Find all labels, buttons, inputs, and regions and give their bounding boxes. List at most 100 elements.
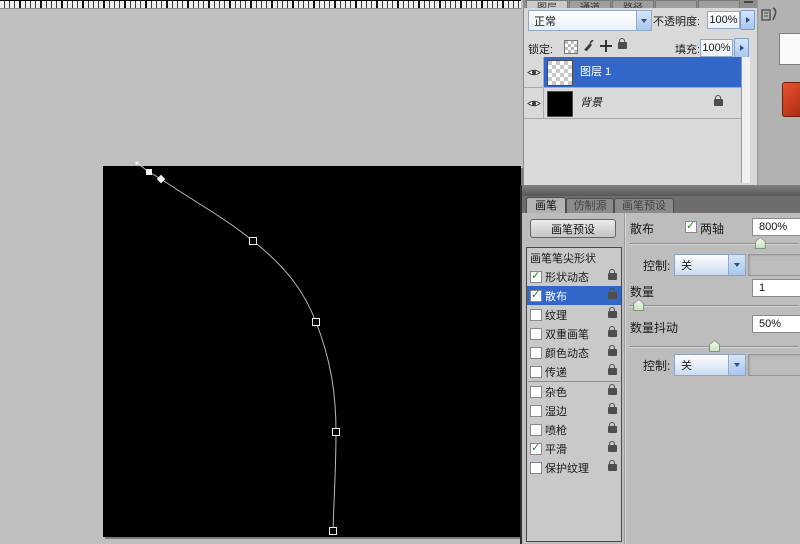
- path-anchor-point[interactable]: [136, 162, 139, 165]
- layers-panel: 图层通道路径 正常 不透明度: 100% 锁定: 填充: 100% 图层 1: [523, 0, 757, 185]
- option-lock-icon[interactable]: [608, 292, 617, 299]
- control2-select[interactable]: 关: [674, 354, 746, 376]
- layers-panel-tab-unknown-3[interactable]: [655, 0, 697, 8]
- eye-icon: [527, 68, 541, 77]
- brush-option-形状动态[interactable]: 形状动态: [527, 267, 621, 286]
- option-lock-icon[interactable]: [608, 388, 617, 395]
- brush-option-保护纹理[interactable]: 保护纹理: [527, 458, 621, 477]
- brush-option-传递[interactable]: 传递: [527, 362, 621, 381]
- option-checkbox[interactable]: [530, 290, 542, 302]
- count-slider-handle[interactable]: [633, 299, 644, 311]
- layer-selection-highlight: [544, 88, 741, 118]
- tab-clone-source[interactable]: 仿制源: [566, 198, 614, 214]
- brush-option-湿边[interactable]: 湿边: [527, 401, 621, 420]
- brush-option-纹理[interactable]: 纹理: [527, 305, 621, 324]
- option-checkbox[interactable]: [530, 443, 542, 455]
- layer-row-layer-1[interactable]: 图层 1: [524, 57, 750, 88]
- red-swatch-fragment[interactable]: [782, 82, 800, 117]
- scatter-slider-track[interactable]: [630, 243, 799, 245]
- panel-menu-icon[interactable]: [744, 1, 753, 8]
- brush-option-杂色[interactable]: 杂色: [527, 382, 621, 401]
- layers-panel-tab-通道[interactable]: 通道: [569, 0, 611, 8]
- layer-name[interactable]: 背景: [580, 88, 602, 118]
- count-jitter-value-input[interactable]: [752, 315, 800, 333]
- option-checkbox[interactable]: [530, 271, 542, 283]
- layers-panel-tab-unknown-4[interactable]: [698, 0, 740, 8]
- fill-slider-button[interactable]: [734, 38, 749, 58]
- option-checkbox[interactable]: [530, 347, 542, 359]
- lock-position-move-icon[interactable]: [600, 40, 612, 52]
- option-lock-icon[interactable]: [608, 311, 617, 318]
- count-label: 数量: [630, 283, 654, 300]
- layer-row-background[interactable]: 背景: [524, 88, 750, 119]
- layer-thumbnail[interactable]: [547, 60, 573, 86]
- option-lock-icon[interactable]: [608, 464, 617, 471]
- both-axes-checkbox[interactable]: [685, 221, 697, 233]
- count-value-input[interactable]: [752, 279, 800, 297]
- option-lock-icon[interactable]: [608, 426, 617, 433]
- option-checkbox[interactable]: [530, 386, 542, 398]
- lock-transparency-icon[interactable]: [564, 40, 578, 54]
- lock-label: 锁定:: [528, 41, 553, 57]
- layers-scrollbar[interactable]: [741, 57, 750, 183]
- path-anchor-point[interactable]: [333, 429, 340, 436]
- brush-option-画笔笔尖形状[interactable]: 画笔笔尖形状: [527, 248, 621, 267]
- brush-option-喷枪[interactable]: 喷枪: [527, 420, 621, 439]
- opacity-value[interactable]: 100%: [707, 11, 740, 29]
- docked-panel-fragment[interactable]: [779, 33, 800, 65]
- count-jitter-slider-handle[interactable]: [709, 340, 720, 352]
- layer-thumbnail[interactable]: [547, 91, 573, 117]
- path-anchor-point[interactable]: [330, 528, 337, 535]
- triangle-right: [746, 17, 750, 23]
- option-lock-icon[interactable]: [608, 407, 617, 414]
- option-checkbox[interactable]: [530, 309, 542, 321]
- scatter-slider-handle[interactable]: [755, 237, 766, 249]
- tab-brush-presets[interactable]: 画笔预设: [614, 198, 674, 214]
- brush-option-颜色动态[interactable]: 颜色动态: [527, 343, 621, 362]
- option-checkbox[interactable]: [530, 424, 542, 436]
- path-anchor-point[interactable]: [146, 169, 152, 175]
- document-canvas[interactable]: [103, 166, 521, 537]
- layer-visibility-cell[interactable]: [524, 88, 544, 118]
- background-lock-icon: [714, 99, 723, 106]
- opacity-slider-button[interactable]: [740, 10, 755, 30]
- option-lock-icon[interactable]: [608, 330, 617, 337]
- path-anchor-point[interactable]: [157, 175, 165, 183]
- layer-name[interactable]: 图层 1: [580, 57, 611, 87]
- layer-visibility-cell[interactable]: [524, 57, 544, 87]
- path-anchor-point[interactable]: [313, 319, 320, 326]
- path-anchor-point[interactable]: [250, 238, 257, 245]
- count-slider-track[interactable]: [630, 305, 799, 307]
- option-lock-icon[interactable]: [608, 273, 617, 280]
- option-lock-icon[interactable]: [608, 445, 617, 452]
- pen-path-curve[interactable]: [137, 163, 336, 531]
- horizontal-ruler[interactable]: [0, 0, 521, 9]
- brush-option-双重画笔[interactable]: 双重画笔: [527, 324, 621, 343]
- brush-presets-button[interactable]: 画笔预设: [530, 219, 616, 238]
- pen-path[interactable]: [103, 166, 521, 537]
- option-checkbox[interactable]: [530, 366, 542, 378]
- option-checkbox[interactable]: [530, 405, 542, 417]
- chevron-down-icon[interactable]: [728, 255, 745, 275]
- brush-option-散布[interactable]: 散布: [527, 286, 621, 305]
- lock-all-icon[interactable]: [618, 42, 627, 49]
- option-checkbox[interactable]: [530, 462, 542, 474]
- triangle-right: [740, 45, 744, 51]
- option-checkbox[interactable]: [530, 328, 542, 340]
- clone-source-panel-icon[interactable]: [761, 6, 778, 23]
- layers-panel-tab-图层[interactable]: 图层: [526, 0, 568, 8]
- scatter-value-input[interactable]: [752, 218, 800, 236]
- fill-value[interactable]: 100%: [700, 39, 733, 57]
- layers-panel-tab-路径[interactable]: 路径: [612, 0, 654, 8]
- brush-option-平滑[interactable]: 平滑: [527, 439, 621, 458]
- blend-mode-select[interactable]: 正常: [528, 10, 652, 31]
- tab-brush[interactable]: 画笔: [526, 197, 566, 214]
- option-label: 平滑: [545, 441, 608, 457]
- option-lock-icon[interactable]: [608, 349, 617, 356]
- lock-paint-brush-icon[interactable]: [582, 40, 594, 52]
- chevron-down-icon[interactable]: [636, 11, 651, 30]
- chevron-down-icon[interactable]: [728, 355, 745, 375]
- control-select[interactable]: 关: [674, 254, 746, 276]
- panel-divider: [624, 213, 625, 544]
- option-lock-icon[interactable]: [608, 368, 617, 375]
